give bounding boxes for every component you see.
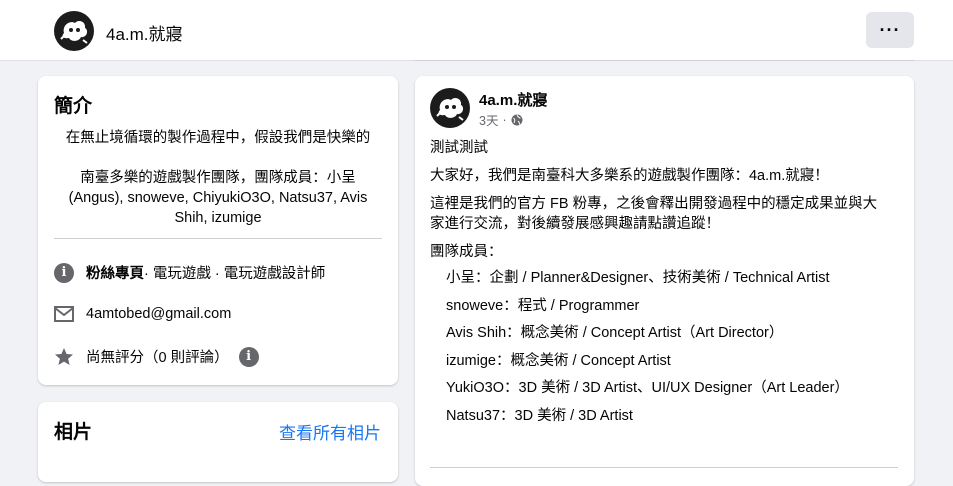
intro-description-line: 南臺多樂的遊戲製作團隊，團隊成員：小呈 — [80, 170, 356, 186]
page-avatar[interactable] — [54, 11, 94, 51]
page-name[interactable]: 4a.m.就寢 — [106, 20, 183, 45]
more-options-button[interactable]: ··· — [866, 12, 914, 48]
post-text-line: 家進行交流，對後續發展感興趣請點讚追蹤！ — [430, 216, 720, 232]
rating-text: 尚無評分（0 則評論） — [86, 350, 229, 366]
photos-card: 相片 查看所有相片 — [38, 402, 398, 482]
intro-description-line: 在無止境循環的製作過程中，假設我們是快樂的 — [65, 130, 371, 146]
post-text-line: Avis Shih：概念美術 / Concept Artist（Art Dire… — [446, 325, 784, 341]
category-list[interactable]: · 電玩遊戲 · 電玩遊戲設計師 — [144, 262, 325, 283]
more-icon: ··· — [879, 20, 901, 40]
post-text-line: 大家好，我們是南臺科大多樂系的遊戲製作團隊：4a.m.就寢！ — [430, 168, 829, 184]
post-text-line: izumige：概念美術 / Concept Artist — [446, 353, 671, 369]
category-type[interactable]: 粉絲專頁 — [86, 262, 144, 283]
post-timestamp[interactable]: 3天 — [479, 110, 498, 129]
post-meta: 3天 · — [479, 110, 523, 129]
intro-description-line: Shih, izumige — [174, 210, 262, 226]
envelope-icon — [54, 306, 74, 322]
post-author-avatar[interactable] — [430, 88, 470, 128]
rating-row: 尚無評分（0 則評論） i — [54, 346, 259, 367]
post-text-line: YukiO3O：3D 美術 / 3D Artist、UI/UX Designer… — [446, 380, 849, 396]
post-text-line: 這裡是我們的官方 FB 粉專，之後會釋出開發過程中的穩定成果並與大 — [430, 196, 878, 212]
post-author-name[interactable]: 4a.m.就寢 — [479, 89, 547, 110]
intro-title: 簡介 — [54, 96, 93, 117]
intro-description-line: (Angus), snoweve, ChiyukiO3O, Natsu37, A… — [68, 190, 368, 206]
globe-icon[interactable] — [511, 114, 523, 126]
post-text-line: Natsu37：3D 美術 / 3D Artist — [446, 408, 633, 424]
star-icon — [55, 347, 73, 365]
page-header-bar: 4a.m.就寢 ··· — [0, 0, 953, 61]
email-row: 4amtobed@gmail.com — [54, 304, 231, 324]
separator-dot: · — [502, 112, 507, 127]
logo-icon — [60, 20, 88, 44]
intro-card: 簡介 在無止境循環的製作過程中，假設我們是快樂的 南臺多樂的遊戲製作團隊，團隊成… — [38, 76, 398, 385]
intro-divider — [54, 238, 382, 239]
post-text-line: snoweve：程式 / Programmer — [446, 298, 640, 314]
post-text-line: 小呈：企劃 / Planner&Designer、技術美術 / Technica… — [446, 270, 830, 286]
post-card: 4a.m.就寢 3天 · 測試測試 大家好，我們是南臺科大多樂系的遊戲製作團隊：… — [415, 76, 914, 486]
email-link[interactable]: 4amtobed@gmail.com — [86, 306, 231, 322]
post-divider — [430, 467, 898, 468]
logo-icon — [436, 97, 464, 121]
category-row: i 粉絲專頁 · 電玩遊戲 · 電玩遊戲設計師 — [54, 262, 325, 283]
info-icon[interactable]: i — [238, 346, 259, 367]
post-text-line: 測試測試 — [430, 140, 488, 156]
see-all-photos-link[interactable]: 查看所有相片 — [279, 419, 381, 444]
photos-title: 相片 — [54, 422, 93, 443]
divider — [415, 60, 914, 61]
post-text-line: 團隊成員： — [430, 244, 503, 260]
info-icon: i — [54, 262, 74, 283]
